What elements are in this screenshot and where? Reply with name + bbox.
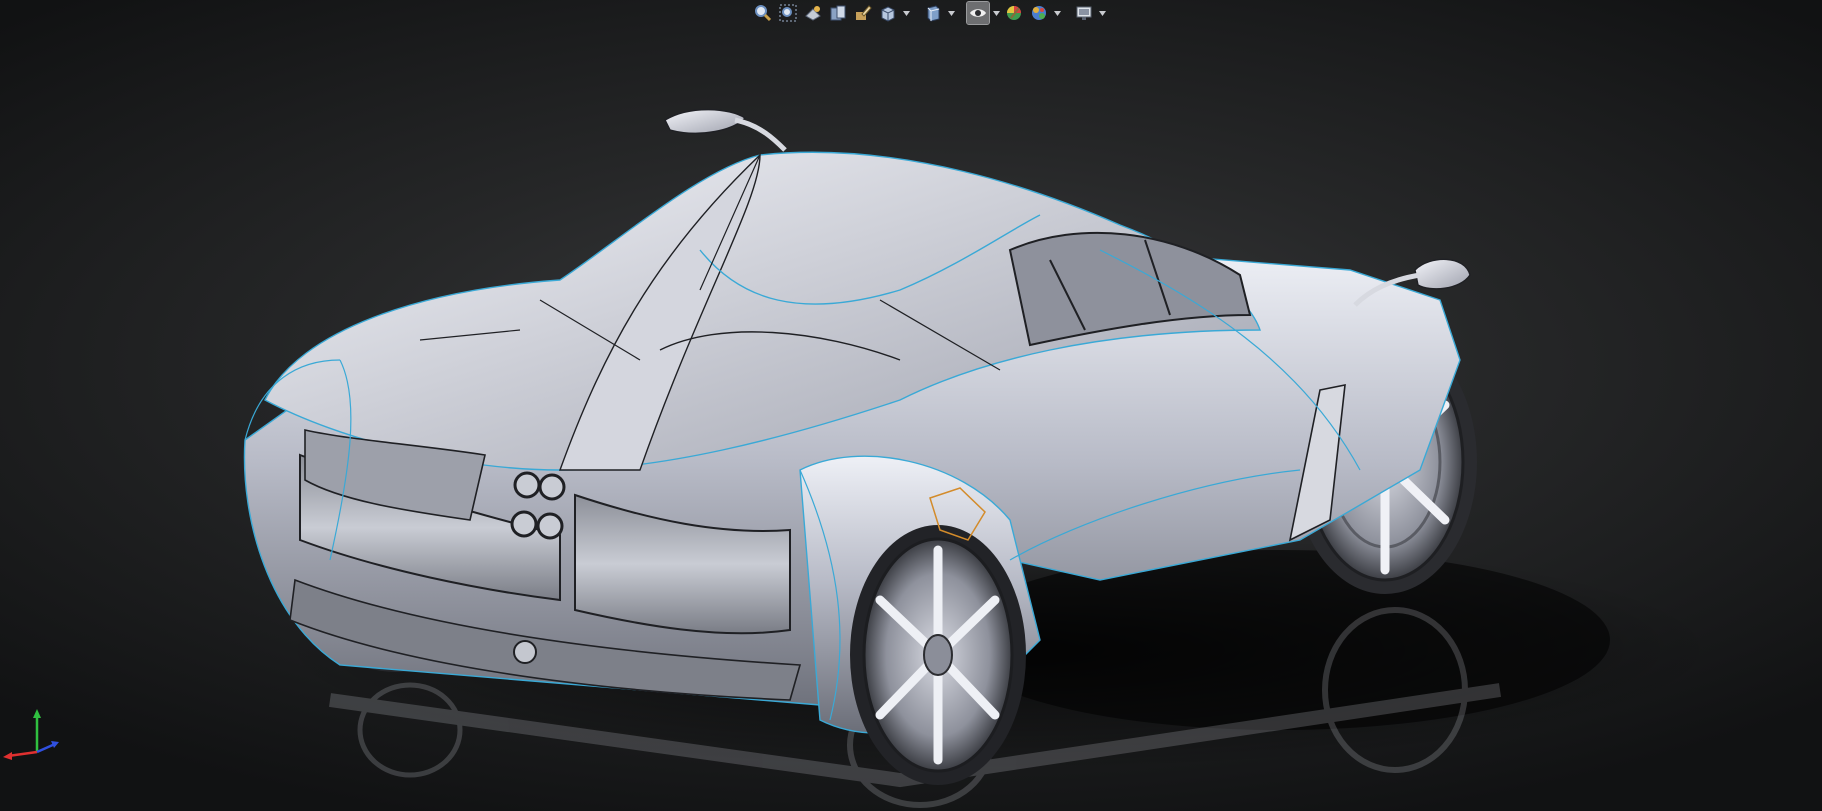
view-orientation-dropdown-icon[interactable]: [902, 2, 910, 24]
hide-show-items-dropdown-icon[interactable]: [992, 2, 1000, 24]
edit-appearance-icon[interactable]: [1003, 2, 1025, 24]
apply-scene-dropdown-icon[interactable]: [1053, 2, 1061, 24]
dynamic-annotation-icon[interactable]: [852, 2, 874, 24]
zoom-to-area-icon[interactable]: [777, 2, 799, 24]
left-mirror: [664, 108, 787, 152]
display-style-icon[interactable]: [922, 2, 944, 24]
ground-shadow-right: [950, 550, 1610, 730]
coordinate-triad-icon: [3, 709, 59, 760]
rear-tow-point: [513, 640, 537, 664]
zoom-to-fit-icon[interactable]: [752, 2, 774, 24]
rear-right-wheel: [850, 525, 1026, 785]
view-settings-dropdown-icon[interactable]: [1098, 2, 1106, 24]
hide-show-items-icon[interactable]: [966, 1, 990, 25]
section-view-icon[interactable]: [827, 2, 849, 24]
graphics-area[interactable]: [0, 0, 1822, 811]
view-settings-icon[interactable]: [1073, 2, 1095, 24]
view-orientation-icon[interactable]: [877, 2, 899, 24]
apply-scene-icon[interactable]: [1028, 2, 1050, 24]
heads-up-view-toolbar: [748, 0, 1110, 26]
previous-view-icon[interactable]: [802, 2, 824, 24]
display-style-dropdown-icon[interactable]: [947, 2, 955, 24]
car-model[interactable]: [0, 0, 1822, 811]
